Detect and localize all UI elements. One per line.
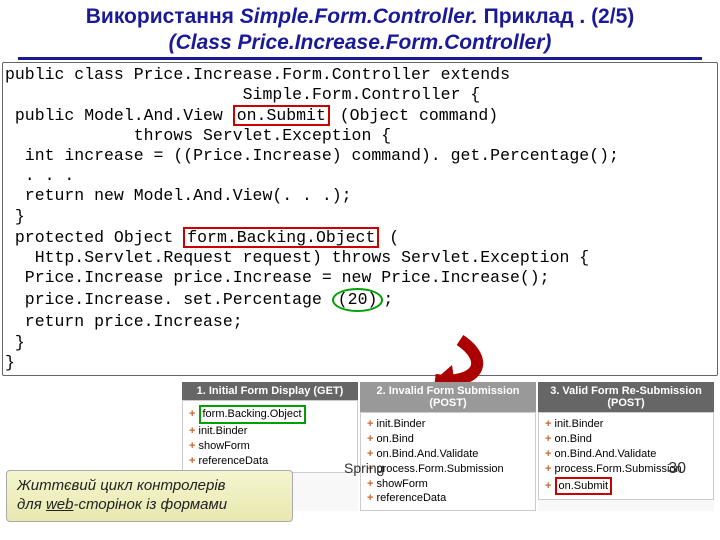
- code-line: Price.Increase price.Increase = new Pric…: [5, 268, 550, 287]
- list-item: on.Bind.And.Validate: [555, 448, 657, 460]
- code-line: int increase = ((Price.Increase) command…: [5, 146, 619, 165]
- code-line: (Object command): [330, 106, 498, 125]
- code-line: ;: [383, 290, 393, 309]
- title-title-italic-1: Simple.Form.Controller.: [240, 5, 478, 28]
- value-20-highlight: (20): [332, 288, 384, 312]
- page-number: 30: [668, 460, 686, 478]
- code-line: throws Servlet.Exception {: [5, 126, 391, 145]
- panel-body: + init.Binder + on.Bind + on.Bind.And.Va…: [360, 412, 536, 511]
- list-item: on.Submit: [555, 477, 613, 496]
- panel-head: 3. Valid Form Re-Submission (POST): [538, 382, 714, 412]
- title-text-2: Приклад . (2/5): [478, 5, 634, 28]
- panel-body: + form.Backing.Object + init.Binder + sh…: [182, 400, 358, 473]
- list-item: process.Form.Submission: [377, 463, 504, 475]
- code-line: . . .: [5, 166, 74, 185]
- code-line: return new Model.And.View(. . .);: [5, 186, 352, 205]
- code-line: return price.Increase;: [5, 312, 243, 331]
- slide-title: Використання Simple.Form.Controller. При…: [18, 0, 702, 60]
- code-line: protected Object: [5, 228, 183, 247]
- footer-line-2a: для: [17, 496, 46, 513]
- code-line: Http.Servlet.Request request) throws Ser…: [5, 248, 589, 267]
- footer-line-2b: -сторінок із формами: [73, 496, 227, 513]
- code-line: }: [5, 353, 15, 372]
- list-item: referenceData: [199, 455, 269, 467]
- footer-caption: Життєвий цикл контролерів для web-сторін…: [6, 470, 293, 522]
- footer-center: Spring: [344, 460, 384, 476]
- list-item: init.Binder: [199, 425, 248, 437]
- onsubmit-highlight: on.Submit: [233, 105, 330, 126]
- list-item: on.Bind: [377, 433, 414, 445]
- code-block: public class Price.Increase.Form.Control…: [2, 62, 718, 376]
- list-item: init.Binder: [377, 418, 426, 430]
- list-item: form.Backing.Object: [199, 405, 306, 424]
- code-line: Simple.Form.Controller {: [5, 85, 480, 104]
- list-item: referenceData: [377, 492, 447, 504]
- list-item: on.Bind: [555, 433, 592, 445]
- code-line: public Model.And.View: [5, 106, 233, 125]
- code-line: public class Price.Increase.Form.Control…: [5, 65, 510, 84]
- panel-valid-resubmission: 3. Valid Form Re-Submission (POST) + ini…: [538, 382, 714, 511]
- footer-web-underline: web: [46, 496, 74, 513]
- code-line: }: [5, 207, 25, 226]
- panel-head: 2. Invalid Form Submission (POST): [360, 382, 536, 412]
- panel-body: + init.Binder + on.Bind + on.Bind.And.Va…: [538, 412, 714, 500]
- code-line: }: [5, 333, 25, 352]
- list-item: showForm: [377, 478, 428, 490]
- code-line: price.Increase. set.Percentage: [5, 290, 332, 309]
- panel-invalid-submission: 2. Invalid Form Submission (POST) + init…: [360, 382, 536, 511]
- list-item: showForm: [199, 440, 250, 452]
- panel-head: 1. Initial Form Display (GET): [182, 382, 358, 400]
- footer-line-1: Життєвий цикл контролерів: [17, 477, 226, 494]
- list-item: on.Bind.And.Validate: [377, 448, 479, 460]
- list-item: process.Form.Submission: [555, 463, 682, 475]
- formbacking-highlight: form.Backing.Object: [183, 227, 379, 248]
- list-item: init.Binder: [555, 418, 604, 430]
- code-line: (: [379, 228, 399, 247]
- title-subtitle: (Class Price.Increase.Form.Controller): [169, 31, 552, 54]
- title-text-1: Використання: [86, 5, 240, 28]
